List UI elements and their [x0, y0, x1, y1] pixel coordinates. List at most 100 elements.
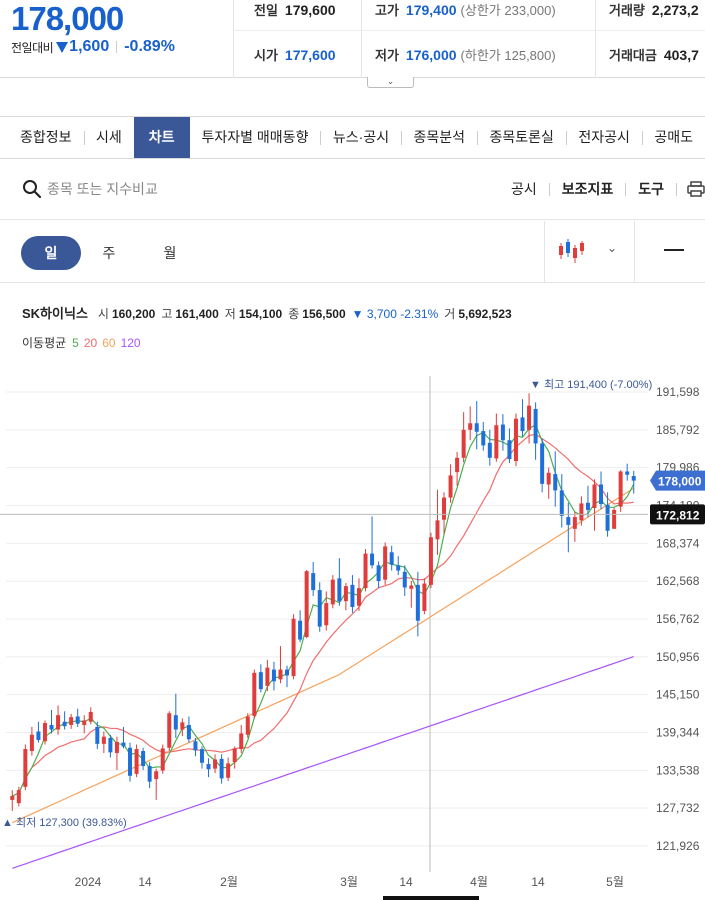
disclosure-link[interactable]: 공시: [499, 179, 549, 199]
expand-quote-button[interactable]: ⌄: [367, 77, 414, 88]
candle-body: [572, 517, 577, 529]
high-label: 고: [161, 307, 173, 321]
candle-body: [114, 741, 119, 753]
search-icon: [23, 180, 42, 199]
candle-body: [245, 716, 250, 735]
tab-chart[interactable]: 차트: [133, 117, 190, 158]
candle-body: [239, 733, 244, 750]
period-monthly-button[interactable]: 월: [140, 236, 200, 270]
period-weekly-button[interactable]: 주: [79, 236, 139, 270]
x-tick-label: 14: [531, 875, 545, 889]
change-amount: 1,600: [69, 38, 110, 55]
low-value: 154,100: [238, 307, 283, 321]
candle-body: [474, 423, 479, 432]
indicators-link[interactable]: 보조지표: [550, 179, 626, 199]
candle-body: [559, 490, 564, 516]
upper-limit: (상한가 233,000): [461, 0, 556, 19]
min-price-annotation: ▲ 최저 127,300 (39.83%): [2, 816, 127, 829]
tab-investor-trends[interactable]: 투자자별 매매동향: [190, 117, 321, 158]
y-tick-label: 145,150: [656, 688, 700, 702]
candle-body: [513, 418, 518, 462]
high-value: 179,400: [405, 2, 457, 18]
high-price: 고가 179,400 (상한가 233,000): [375, 0, 556, 19]
candle-body: [186, 724, 191, 740]
candle-body: [592, 484, 597, 508]
y-tick-label: 121,926: [656, 839, 700, 853]
print-icon[interactable]: [687, 181, 705, 197]
candle-body: [540, 443, 545, 484]
tab-analysis[interactable]: 종목분석: [402, 117, 478, 158]
candle-body: [363, 553, 368, 589]
current-price-box: 178,000 전일대비 1,600 -0.89%: [0, 0, 234, 78]
stock-tabs: 종합정보 시세 차트 투자자별 매매동향 뉴스·공시 종목분석 종목토론실 전자…: [0, 116, 705, 159]
candle-body: [494, 425, 499, 459]
candle-body: [448, 475, 453, 498]
divider: [595, 0, 596, 78]
tools-link[interactable]: 도구: [626, 179, 676, 199]
chart-type-selector[interactable]: ⌄: [544, 221, 635, 282]
candle-body: [258, 672, 263, 690]
candle-body: [147, 766, 152, 782]
candle-body: [330, 579, 335, 605]
tab-e-disclosure[interactable]: 전자공시: [566, 117, 642, 158]
ma-5-label: 5: [72, 336, 79, 350]
candle-body: [383, 546, 388, 580]
candle-body: [23, 749, 28, 787]
tab-news-disclosure[interactable]: 뉴스·공시: [321, 117, 401, 158]
x-tick-label: 2024: [75, 875, 102, 889]
period-row: 일 주 월 ⌄: [0, 221, 705, 283]
current-price: 178,000: [11, 0, 124, 37]
tab-price[interactable]: 시세: [84, 117, 134, 158]
candle-body: [213, 759, 218, 769]
tab-short-selling[interactable]: 공매도: [642, 117, 705, 158]
candle-body: [415, 584, 420, 621]
quote-header: 178,000 전일대비 1,600 -0.89% 전일 179,600 고가 …: [0, 0, 705, 78]
candle-body: [29, 734, 34, 752]
candle-body: [49, 724, 54, 730]
tab-discussion[interactable]: 종목토론실: [478, 117, 566, 158]
open-value: 177,600: [284, 47, 336, 63]
volume-label: 거래량: [609, 3, 645, 18]
candle-body: [533, 408, 538, 444]
candle-body: [389, 552, 394, 565]
max-price-annotation: ▼ 최고 191,400 (-7.00%): [530, 378, 652, 391]
tab-overview[interactable]: 종합정보: [0, 117, 84, 158]
upper-limit-label: (상한가: [460, 3, 501, 18]
change-value: ▼ 3,700 -2.31%: [351, 307, 439, 321]
volume-value: 5,692,523: [458, 307, 512, 321]
candle-body: [298, 620, 303, 640]
open-label: 시: [97, 307, 109, 321]
candle-body: [108, 737, 113, 753]
candle-body: [121, 742, 126, 747]
candle-body: [631, 476, 636, 481]
candle-body: [42, 723, 47, 742]
candle-body: [455, 457, 460, 473]
candle-body: [461, 429, 466, 458]
candle-body: [527, 405, 532, 430]
candle-body: [160, 748, 165, 771]
candle-body: [350, 584, 355, 608]
compare-search-input[interactable]: [47, 177, 347, 201]
low-price: 저가 176,000 (하한가 125,800): [375, 45, 556, 64]
x-tick-label: 4월: [470, 875, 488, 889]
prev-close: 전일 179,600: [254, 0, 336, 19]
candle-body: [311, 573, 316, 591]
candle-body: [232, 748, 237, 763]
candle-body: [82, 720, 87, 725]
y-tick-label: 168,374: [656, 536, 700, 550]
period-daily-button[interactable]: 일: [21, 236, 81, 270]
trade-amount: 거래대금 403,7: [609, 45, 699, 64]
candle-body: [271, 669, 276, 682]
candle-body: [154, 771, 159, 780]
collapse-button[interactable]: [664, 249, 684, 251]
x-tick-label: 5월: [606, 875, 624, 889]
candlestick-chart[interactable]: 191,598185,792179,986174,180168,374162,5…: [0, 372, 705, 900]
lower-limit-label: (하한가: [460, 48, 501, 63]
candle-body: [356, 588, 361, 606]
scroll-thumb: [383, 896, 479, 900]
candle-body: [520, 417, 525, 432]
prev-close-value: 179,600: [284, 2, 336, 18]
change-row: 전일대비 1,600 -0.89%: [11, 38, 175, 56]
price-chart[interactable]: 191,598185,792179,986174,180168,374162,5…: [0, 372, 705, 900]
candle-body: [605, 504, 610, 531]
